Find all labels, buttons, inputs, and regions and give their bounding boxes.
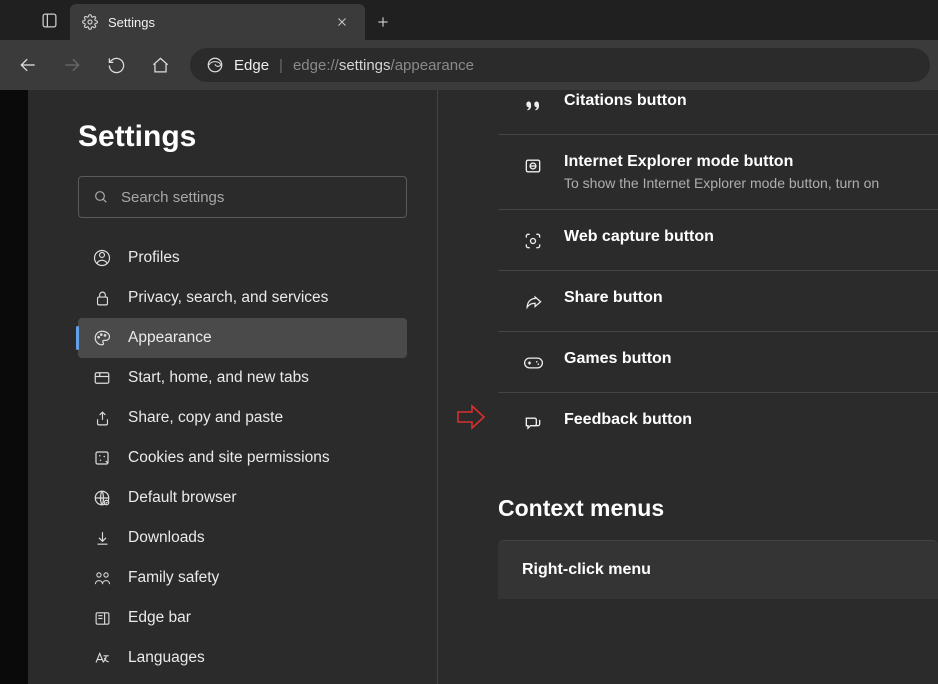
sidebar-item-default-browser[interactable]: Default browser <box>78 478 407 518</box>
ie-icon <box>522 155 544 177</box>
gear-icon <box>82 14 98 30</box>
option-label: Citations button <box>564 92 687 110</box>
sidebar-item-label: Privacy, search, and services <box>128 289 328 307</box>
tabs-icon <box>92 369 112 387</box>
refresh-button[interactable] <box>96 46 136 84</box>
settings-nav: Profiles Privacy, search, and services App… <box>78 238 407 678</box>
profiles-icon <box>92 249 112 267</box>
titlebar: Settings <box>0 0 938 40</box>
sidebar-item-label: Edge bar <box>128 609 191 627</box>
sidebar-item-profiles[interactable]: Profiles <box>78 238 407 278</box>
sidebar-item-label: Appearance <box>128 329 212 347</box>
browser-icon <box>92 489 112 507</box>
search-placeholder: Search settings <box>121 189 224 206</box>
context-menus-heading: Context menus <box>498 495 938 522</box>
option-description: To show the Internet Explorer mode butto… <box>564 175 879 191</box>
forward-button[interactable] <box>52 46 92 84</box>
toolbar-option-web-capture-button[interactable]: Web capture button <box>498 210 938 271</box>
family-icon <box>92 570 112 587</box>
addr-separator: | <box>279 57 283 74</box>
sidebar-item-label: Family safety <box>128 569 219 587</box>
sidebar-item-label: Profiles <box>128 249 180 267</box>
option-label: Games button <box>564 350 672 368</box>
sidebar-item-family-safety[interactable]: Family safety <box>78 558 407 598</box>
search-icon <box>93 189 109 205</box>
option-label: Web capture button <box>564 228 714 246</box>
toolbar-option-games-button[interactable]: Games button <box>498 332 938 393</box>
right-click-menu-label: Right-click menu <box>522 561 914 579</box>
red-arrow-annotation-icon <box>456 404 486 430</box>
vertical-tabs-button[interactable] <box>28 0 70 40</box>
cookies-icon <box>92 449 112 467</box>
addr-url: edge://settings/appearance <box>293 57 474 74</box>
option-label: Internet Explorer mode button <box>564 153 879 171</box>
sidebar-item-start-home-and-new-tabs[interactable]: Start, home, and new tabs <box>78 358 407 398</box>
toolbar: Edge | edge://settings/appearance <box>0 40 938 90</box>
sidebar-item-privacy-search-and-services[interactable]: Privacy, search, and services <box>78 278 407 318</box>
appearance-icon <box>92 329 112 347</box>
language-icon <box>92 649 112 667</box>
sidebar-item-share-copy-and-paste[interactable]: Share, copy and paste <box>78 398 407 438</box>
option-label: Share button <box>564 289 663 307</box>
sidebar-item-languages[interactable]: Languages <box>78 638 407 678</box>
back-button[interactable] <box>8 46 48 84</box>
sidebar-item-appearance[interactable]: Appearance <box>78 318 407 358</box>
lock-icon <box>92 290 112 307</box>
sidebar-item-label: Downloads <box>128 529 205 547</box>
titlebar-left-strip <box>0 0 28 40</box>
games-icon <box>522 352 544 374</box>
sidebar-item-downloads[interactable]: Downloads <box>78 518 407 558</box>
quote-icon <box>522 94 544 116</box>
address-bar[interactable]: Edge | edge://settings/appearance <box>190 48 930 82</box>
close-tab-button[interactable] <box>331 11 353 33</box>
tab-title: Settings <box>108 15 321 30</box>
sidebar-item-label: Start, home, and new tabs <box>128 369 309 387</box>
feedback-icon <box>522 413 544 435</box>
edge-logo-icon <box>206 56 224 74</box>
arrowshare-icon <box>522 291 544 313</box>
sidebar-item-label: Default browser <box>128 489 237 507</box>
desktop-edge-strip <box>0 90 28 684</box>
home-button[interactable] <box>140 46 180 84</box>
toolbar-option-feedback-button[interactable]: Feedback button <box>498 393 938 453</box>
sidebar-item-label: Share, copy and paste <box>128 409 283 427</box>
addr-brand: Edge <box>234 57 269 74</box>
settings-main-panel: Citations button Internet Explorer mode b… <box>438 90 938 684</box>
sidebar-item-cookies-and-site-permissions[interactable]: Cookies and site permissions <box>78 438 407 478</box>
settings-sidebar: Settings Search settings Profiles Privacy… <box>28 90 438 684</box>
toolbar-option-share-button[interactable]: Share button <box>498 271 938 332</box>
toolbar-option-citations-button[interactable]: Citations button <box>498 90 938 135</box>
toolbar-buttons-list: Citations button Internet Explorer mode b… <box>498 90 938 453</box>
right-click-menu-card[interactable]: Right-click menu <box>498 540 938 599</box>
capture-icon <box>522 230 544 252</box>
new-tab-button[interactable] <box>365 4 401 40</box>
sidebar-item-label: Languages <box>128 649 205 667</box>
sidebar-item-label: Cookies and site permissions <box>128 449 330 467</box>
search-settings-input[interactable]: Search settings <box>78 176 407 218</box>
option-label: Feedback button <box>564 411 692 429</box>
share-icon <box>92 410 112 427</box>
sidebar-item-edge-bar[interactable]: Edge bar <box>78 598 407 638</box>
settings-heading: Settings <box>78 120 407 154</box>
toolbar-option-internet-explorer-mode-button[interactable]: Internet Explorer mode button To show the… <box>498 135 938 210</box>
download-icon <box>92 530 112 547</box>
sidebar-icon <box>92 610 112 627</box>
content-area: Settings Search settings Profiles Privacy… <box>0 90 938 684</box>
browser-tab-settings[interactable]: Settings <box>70 4 365 40</box>
